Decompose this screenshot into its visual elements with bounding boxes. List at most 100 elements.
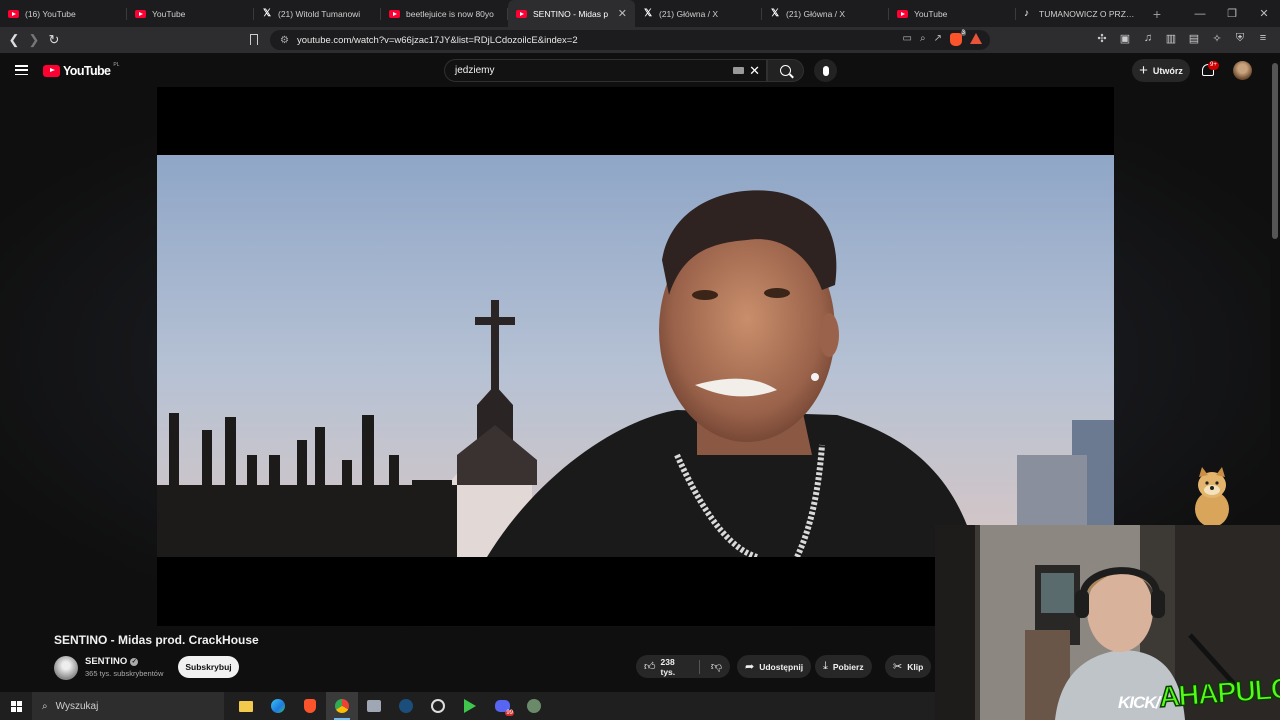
- menu-icon[interactable]: ≡: [1256, 31, 1270, 45]
- wallet-icon[interactable]: ▤: [1187, 31, 1201, 45]
- screenshot-icon[interactable]: ▣: [1118, 31, 1132, 45]
- tab-title: YouTube: [152, 8, 186, 19]
- video-scene: [157, 155, 1114, 557]
- app-icon[interactable]: [518, 692, 550, 720]
- music-icon[interactable]: ♫: [1141, 31, 1155, 45]
- brave-shields-icon[interactable]: [950, 30, 966, 46]
- chrome-icon[interactable]: [326, 692, 358, 720]
- search-button[interactable]: [767, 59, 804, 82]
- like-count[interactable]: 238 tys.: [661, 657, 688, 677]
- file-explorer-icon[interactable]: [230, 692, 262, 720]
- thumbs-up-icon[interactable]: 👍︎: [644, 660, 656, 673]
- minimize-icon[interactable]: —: [1184, 0, 1216, 27]
- browser-tab[interactable]: YouTube: [889, 0, 1016, 27]
- browser-tab[interactable]: YouTube: [127, 0, 254, 27]
- kick-label: KICK/: [1118, 693, 1160, 712]
- youtube-icon: [389, 9, 400, 18]
- extensions-icon[interactable]: ✣: [1095, 31, 1109, 45]
- search-icon: [780, 65, 791, 76]
- leo-ai-icon[interactable]: ✧: [1210, 31, 1224, 45]
- game-icon[interactable]: [454, 692, 486, 720]
- zoom-icon[interactable]: ⌕: [920, 33, 926, 46]
- windows-start-icon[interactable]: [0, 692, 32, 720]
- verified-icon: ✓: [130, 657, 139, 666]
- youtube-header: YouTube PL jedziemy ✕ + Utwórz 9+: [0, 53, 1270, 87]
- keyboard-icon[interactable]: [733, 67, 744, 74]
- youtube-icon: [8, 9, 19, 18]
- close-icon[interactable]: ✕: [618, 7, 627, 20]
- tab-title: (16) YouTube: [25, 8, 76, 19]
- scrollbar-thumb[interactable]: [1272, 63, 1278, 239]
- youtube-icon: [897, 9, 908, 18]
- tab-title: SENTINO - Midas p: [533, 8, 609, 19]
- vpn-icon[interactable]: ⛨: [1233, 31, 1247, 45]
- steam-icon[interactable]: [390, 692, 422, 720]
- sidebar-icon[interactable]: ▥: [1164, 31, 1178, 45]
- tab-title: YouTube: [914, 8, 948, 19]
- restore-icon[interactable]: ❐: [1216, 0, 1248, 27]
- video-title: SENTINO - Midas prod. CrackHouse: [54, 633, 259, 647]
- youtube-play-icon: [43, 65, 60, 77]
- channel-avatar[interactable]: [54, 656, 78, 680]
- voice-search-button[interactable]: [814, 59, 837, 82]
- search-input[interactable]: jedziemy ✕: [444, 59, 767, 82]
- share-arrow-icon: ➦: [745, 661, 755, 673]
- search-icon: ⌕: [42, 700, 48, 712]
- search-query: jedziemy: [455, 65, 495, 76]
- share-icon[interactable]: ↗: [934, 33, 942, 46]
- x-icon: 𝕏: [770, 8, 780, 19]
- browser-tab[interactable]: (16) YouTube: [0, 0, 127, 27]
- share-button[interactable]: ➦ Udostępnij: [737, 655, 812, 678]
- tab-title: (21) Główna / X: [786, 8, 846, 19]
- back-icon[interactable]: ❮: [4, 30, 24, 50]
- hamburger-menu-icon[interactable]: [15, 65, 28, 76]
- clip-button[interactable]: ✂ Klip: [885, 655, 932, 678]
- video-frame: [157, 155, 1114, 557]
- browser-tab[interactable]: beetlejuice is now 80yo: [381, 0, 508, 27]
- browser-tab[interactable]: 𝕏 (21) Główna / X: [762, 0, 889, 27]
- obs-icon[interactable]: [422, 692, 454, 720]
- windows-taskbar: ⌕ Wyszukaj 99: [0, 692, 935, 720]
- tab-title: (21) Główna / X: [659, 8, 719, 19]
- scissors-icon: ✂: [893, 661, 903, 673]
- doge-sticker: [1195, 467, 1229, 527]
- microphone-icon: [822, 65, 829, 76]
- cast-icon[interactable]: ▭: [903, 33, 912, 46]
- thumbs-down-icon[interactable]: 👎︎: [711, 660, 722, 673]
- brave-rewards-icon[interactable]: [970, 33, 982, 44]
- bookmark-icon[interactable]: [250, 34, 258, 45]
- forward-icon[interactable]: ❯: [24, 30, 44, 50]
- like-dislike-group: 👍︎ 238 tys. 👎︎: [636, 655, 730, 678]
- browser-tab-active[interactable]: SENTINO - Midas p ✕: [508, 0, 635, 27]
- channel-name[interactable]: SENTINO ✓: [85, 656, 139, 667]
- discord-icon[interactable]: 99: [486, 692, 518, 720]
- browser-toolbar: ❮ ❯ ↻ ⚙ youtube.com/watch?v=w66jzac17JY&…: [0, 27, 1280, 53]
- taskbar-search[interactable]: ⌕ Wyszukaj: [32, 692, 224, 720]
- subscribe-button[interactable]: Subskrybuj: [178, 656, 239, 678]
- youtube-logo[interactable]: YouTube PL: [43, 62, 120, 78]
- site-info-icon[interactable]: ⚙: [280, 35, 289, 46]
- tab-title: TUMANOWICZ O PRZESU: [1039, 8, 1135, 19]
- new-tab-button[interactable]: +: [1147, 0, 1167, 27]
- browser-tab-strip: (16) YouTube YouTube 𝕏 (21) Witold Tuman…: [0, 0, 1280, 27]
- app-icon[interactable]: [358, 692, 390, 720]
- close-window-icon[interactable]: ✕: [1248, 0, 1280, 27]
- browser-tab[interactable]: 𝕏 (21) Główna / X: [635, 0, 762, 27]
- download-button[interactable]: ⤓ Pobierz: [815, 655, 872, 678]
- edge-icon[interactable]: [262, 692, 294, 720]
- brave-icon[interactable]: [294, 692, 326, 720]
- plus-icon: +: [1139, 62, 1148, 79]
- account-avatar[interactable]: [1233, 61, 1252, 80]
- tiktok-icon: ♪: [1024, 7, 1029, 19]
- subscriber-count: 365 tys. subskrybentów: [85, 669, 164, 678]
- browser-tab[interactable]: 𝕏 (21) Witold Tumanowi: [254, 0, 381, 27]
- reload-icon[interactable]: ↻: [44, 30, 64, 50]
- clear-search-icon[interactable]: ✕: [749, 63, 760, 79]
- address-bar[interactable]: ⚙ youtube.com/watch?v=w66jzac17JY&list=R…: [270, 30, 990, 50]
- create-button[interactable]: + Utwórz: [1132, 59, 1190, 82]
- browser-tab[interactable]: ♪ TUMANOWICZ O PRZESU: [1016, 0, 1143, 27]
- x-icon: 𝕏: [643, 8, 653, 19]
- notifications-badge: 9+: [1208, 61, 1219, 70]
- download-icon: ⤓: [823, 660, 828, 672]
- x-icon: 𝕏: [262, 8, 272, 19]
